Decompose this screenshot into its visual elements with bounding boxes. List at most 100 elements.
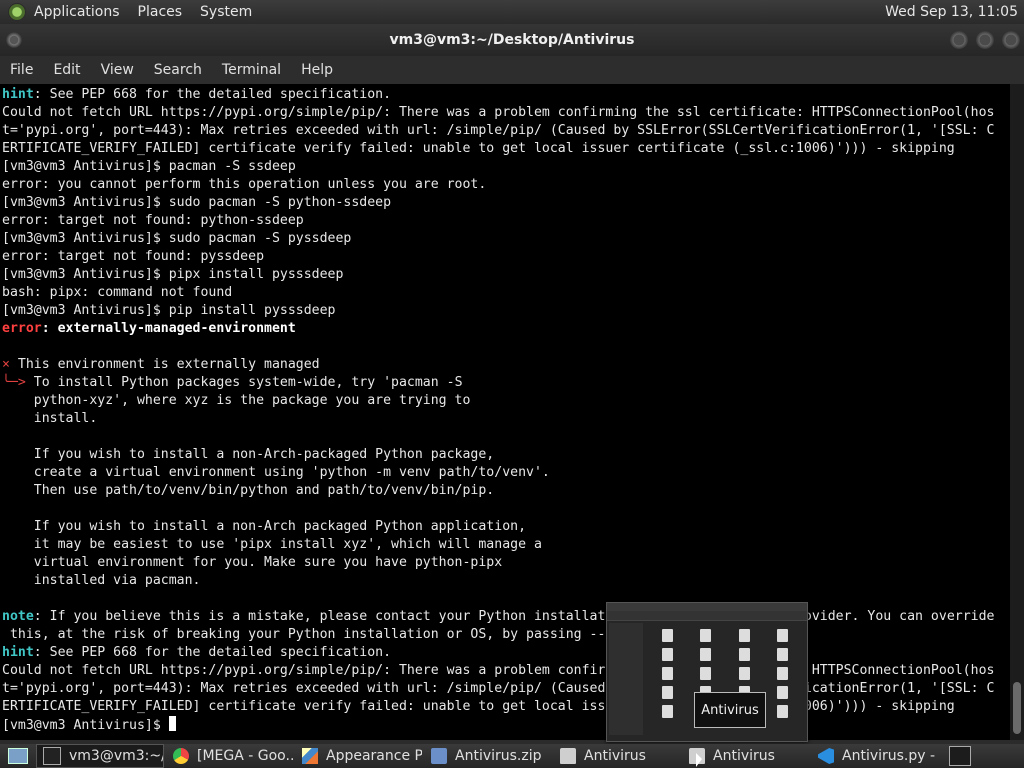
menu-view[interactable]: View [101,62,134,78]
terminal-segment: [vm3@vm3 Antivirus]$ pipx install pysssd… [2,267,344,282]
taskbar-item-folder[interactable]: Antivirus [554,745,680,767]
places-menu[interactable]: Places [138,4,183,20]
preview-file-icon [777,629,789,642]
terminal-segment: error: target not found: python-ssdeep [2,213,304,228]
clock[interactable]: Wed Sep 13, 11:05 [885,4,1018,20]
terminal-segment: Then use path/to/venv/bin/python and pat… [2,483,495,498]
terminal-segment: [vm3@vm3 Antivirus]$ [2,718,169,733]
close-button[interactable] [1002,31,1020,49]
terminal-segment: python-xyz', where xyz is the package yo… [2,393,471,408]
terminal-segment: ERTIFICATE_VERIFY_FAILED] certificate ve… [2,699,955,714]
terminal-segment: error: you cannot perform this operation… [2,177,487,192]
terminal-segment: : See PEP 668 for the detailed specifica… [33,645,392,660]
terminal-segment: install. [2,411,98,426]
terminal-segment: t='pypi.org', port=443): Max retries exc… [2,681,995,696]
menu-help[interactable]: Help [301,62,333,78]
taskbar-item-chrome[interactable]: [MEGA - Goo... [167,745,293,767]
menu-file[interactable]: File [10,62,33,78]
terminal-icon [43,747,61,765]
taskbar-item-label: [MEGA - Goo... [197,748,293,764]
preview-file-icon [700,648,712,661]
taskbar-item-label: Appearance P... [326,748,422,764]
system-menu[interactable]: System [200,4,252,20]
terminal-segment: [vm3@vm3 Antivirus]$ pacman -S ssdeep [2,159,296,174]
applications-menu[interactable]: Applications [34,4,120,20]
terminal-segment: it may be easiest to use 'pipx install x… [2,537,542,552]
menu-search[interactable]: Search [154,62,202,78]
archive-icon [431,748,447,764]
appearance-icon [302,748,318,764]
taskbar-item-appearance[interactable]: Appearance P... [296,745,422,767]
taskbar-tooltip: Antivirus [694,692,766,728]
terminal-segment: note [2,609,34,624]
preview-file-icon [738,629,750,642]
terminal-segment: Could not fetch URL https://pypi.org/sim… [2,663,995,678]
terminal-launcher-icon[interactable] [949,746,971,766]
minimize-button[interactable] [950,31,968,49]
terminal-segment: [vm3@vm3 Antivirus]$ sudo pacman -S pyth… [2,195,392,210]
taskbar-item-label: vm3@vm3:~/... [69,748,163,764]
terminal-segment: hint [2,87,34,102]
preview-file-icon [661,667,673,680]
terminal-segment: installed via pacman. [2,573,201,588]
folder-icon [560,748,576,764]
chrome-icon [173,748,189,764]
terminal-segment: ERTIFICATE_VERIFY_FAILED] certificate ve… [2,141,955,156]
taskbar-item-archive[interactable]: Antivirus.zip [425,745,551,767]
window-titlebar[interactable]: vm3@vm3:~/Desktop/Antivirus [0,24,1024,56]
preview-file-icon [700,667,712,680]
menu-edit[interactable]: Edit [53,62,80,78]
terminal-segment: If you wish to install a non-Arch-packag… [2,447,495,462]
terminal-segment: Could not fetch URL https://pypi.org/sim… [2,105,995,120]
terminal-segment: error: target not found: pyssdeep [2,249,265,264]
preview-file-icon [777,705,789,718]
menubar: File Edit View Search Terminal Help [0,56,1024,84]
terminal-segment: : See PEP 668 for the detailed specifica… [33,87,392,102]
terminal-segment: [vm3@vm3 Antivirus]$ sudo pacman -S pyss… [2,231,352,246]
terminal-segment: This environment is externally managed [9,357,320,372]
preview-file-icon [661,705,673,718]
terminal-segment: [vm3@vm3 Antivirus]$ pip install pysssde… [2,303,336,318]
terminal-segment: error [2,321,42,336]
window-menu-icon[interactable] [6,32,22,48]
terminal-cursor [168,716,176,731]
terminal-segment: : If you believe this is a mistake, plea… [33,609,995,624]
taskbar-item-vscode[interactable]: Antivirus.py - ... [812,745,938,767]
preview-file-icon [738,667,750,680]
preview-file-icon [661,686,673,699]
terminal-segment: t='pypi.org', port=443): Max retries exc… [2,123,995,138]
top-panel: Applications Places System Wed Sep 13, 1… [0,0,1024,24]
terminal-segment: hint [2,645,34,660]
terminal-segment: virtual environment for you. Make sure y… [2,555,503,570]
terminal-segment: bash: pipx: command not found [2,285,233,300]
show-desktop-icon[interactable] [8,748,28,764]
preview-file-icon [777,667,789,680]
window-title: vm3@vm3:~/Desktop/Antivirus [389,32,635,48]
preview-file-icon [777,686,789,699]
taskbar-item-terminal[interactable]: vm3@vm3:~/... [36,744,164,768]
scrollbar-thumb[interactable] [1013,682,1021,734]
taskbar-item-label: Antivirus.zip [455,748,542,764]
vscode-icon [818,748,834,764]
taskbar: vm3@vm3:~/... [MEGA - Goo... Appearance … [0,744,1024,768]
terminal-segment: To install Python packages system-wide, … [25,375,463,390]
terminal-segment: × [2,357,10,372]
mouse-pointer-icon [696,753,702,767]
taskbar-item-label: Antivirus.py - ... [842,748,938,764]
preview-file-icon [700,629,712,642]
terminal-segment: : externally-managed-environment [41,321,296,336]
maximize-button[interactable] [976,31,994,49]
preview-file-icon [738,648,750,661]
preview-file-icon [777,648,789,661]
terminal-segment: If you wish to install a non-Arch packag… [2,519,527,534]
terminal-segment: ╰─> [2,375,26,390]
terminal-text: hint: See PEP 668 for the detailed speci… [0,84,1010,735]
terminal-segment: create a virtual environment using 'pyth… [2,465,550,480]
preview-file-icon [661,629,673,642]
distro-logo-icon[interactable] [8,3,26,21]
terminal-scrollbar[interactable] [1010,84,1024,740]
terminal-output[interactable]: hint: See PEP 668 for the detailed speci… [0,84,1010,740]
preview-file-icon [661,648,673,661]
taskbar-item-label: Antivirus [713,748,775,764]
menu-terminal[interactable]: Terminal [222,62,281,78]
